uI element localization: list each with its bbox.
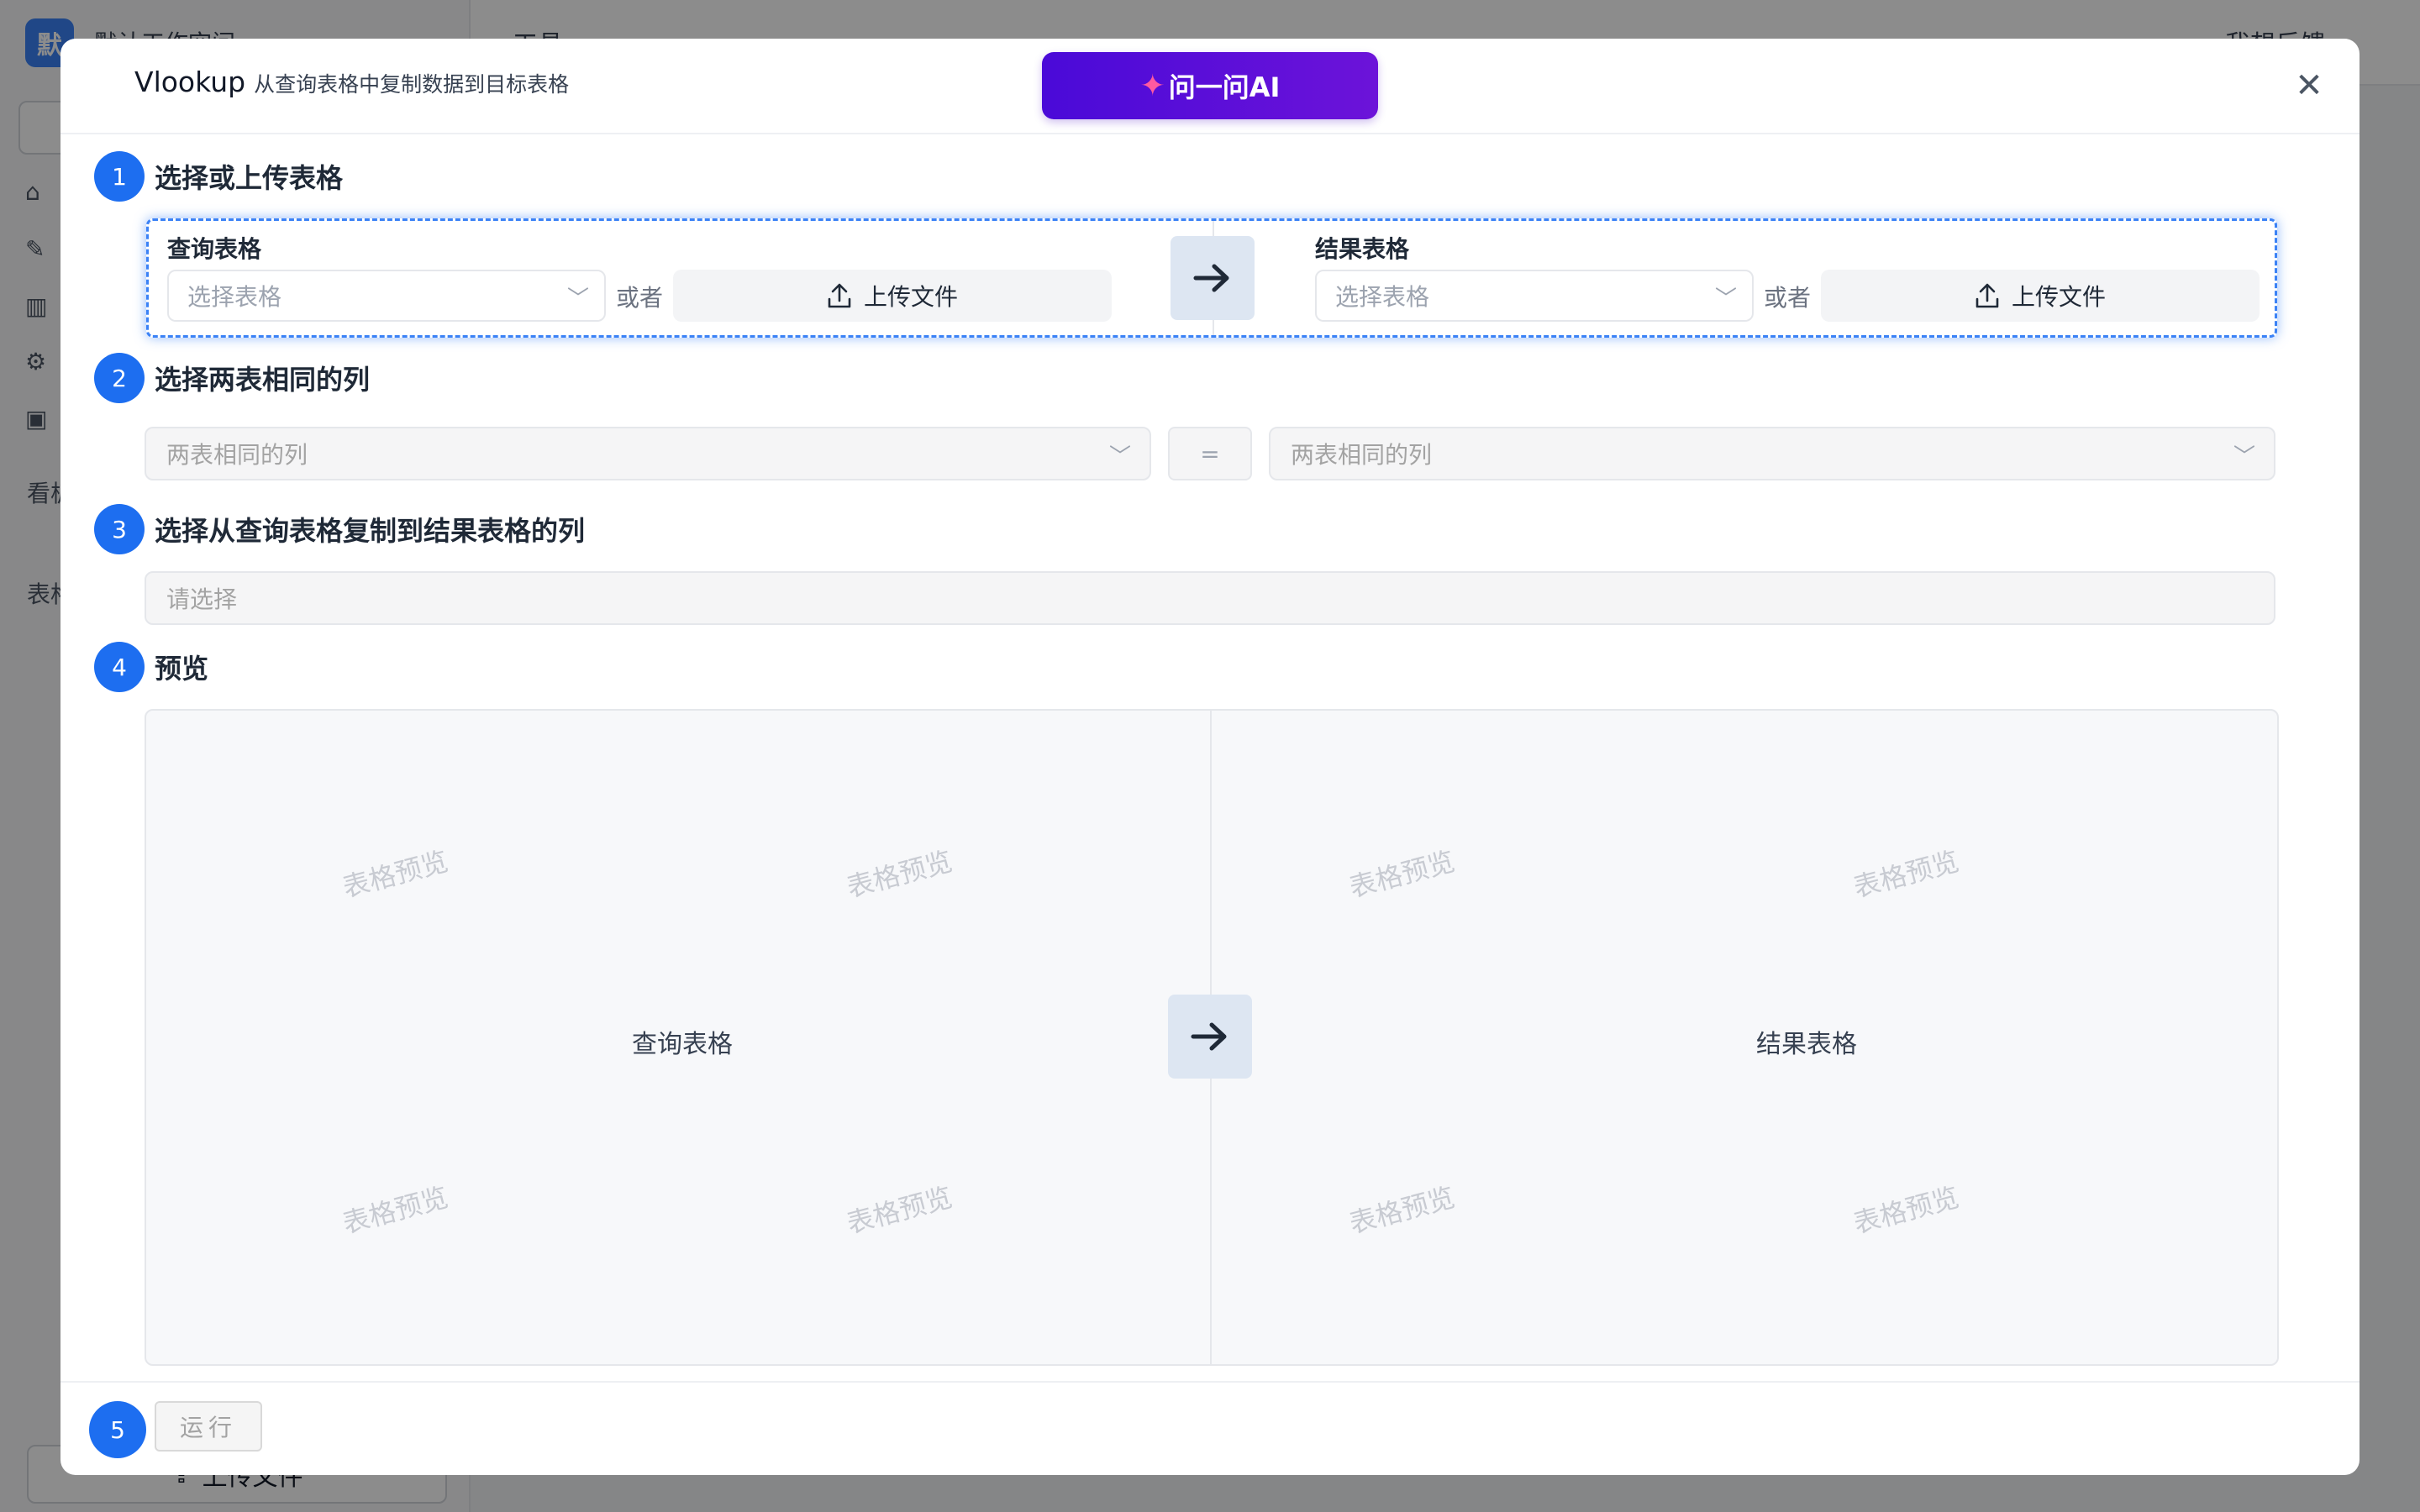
- query-table-select[interactable]: 选择表格 ﹀: [167, 270, 606, 322]
- modal-title: Vlookup 从查询表格中复制数据到目标表格: [134, 66, 569, 98]
- sparkle-icon: ✦: [1139, 68, 1165, 103]
- ask-ai-label: 问一问AI: [1168, 71, 1281, 103]
- preview-watermark: 表格预览: [843, 845, 956, 904]
- preview-watermark: 表格预览: [1345, 1181, 1459, 1240]
- upload-icon: [828, 283, 851, 308]
- vlookup-modal: Vlookup 从查询表格中复制数据到目标表格 ✦ 问一问AI ✕ 1 选择或上…: [60, 39, 2360, 1475]
- select-placeholder: 选择表格: [187, 283, 282, 311]
- step-2: 2 选择两表相同的列: [94, 353, 370, 403]
- preview-result-label: 结果表格: [1756, 1030, 1857, 1059]
- ask-ai-button[interactable]: ✦ 问一问AI: [1042, 52, 1378, 119]
- step-3: 3 选择从查询表格复制到结果表格的列: [94, 504, 585, 554]
- select-placeholder: 请选择: [166, 585, 238, 613]
- preview-watermark: 表格预览: [339, 845, 452, 904]
- step-5: 5: [89, 1401, 146, 1458]
- preview-area: 表格预览 表格预览 表格预览 表格预览 表格预览 表格预览 表格预览 表格预览 …: [145, 709, 2279, 1366]
- step-number: 5: [89, 1401, 146, 1458]
- upload-query-button[interactable]: 上传文件: [673, 270, 1112, 322]
- result-table-select[interactable]: 选择表格 ﹀: [1315, 270, 1754, 322]
- preview-query-label: 查询表格: [632, 1030, 733, 1059]
- or-text: 或者: [616, 284, 664, 312]
- result-table-label: 结果表格: [1315, 235, 1410, 263]
- step-label: 选择两表相同的列: [155, 364, 371, 396]
- preview-watermark: 表格预览: [1849, 845, 1963, 904]
- select-placeholder: 两表相同的列: [1291, 441, 1433, 469]
- chevron-down-icon: ﹀: [566, 286, 589, 312]
- step-number: 4: [94, 642, 145, 692]
- select-placeholder: 两表相同的列: [166, 441, 308, 469]
- query-table-label: 查询表格: [167, 235, 262, 263]
- copy-columns-select[interactable]: 请选择: [145, 571, 2275, 625]
- step-label: 预览: [155, 653, 209, 685]
- step-4: 4 预览: [94, 642, 208, 692]
- step-number: 1: [94, 151, 145, 202]
- equals-sign: =: [1168, 427, 1252, 480]
- modal-subtitle: 从查询表格中复制数据到目标表格: [254, 72, 570, 97]
- step-label: 选择或上传表格: [155, 162, 344, 194]
- upload-label: 上传文件: [863, 283, 958, 311]
- modal-title-text: Vlookup: [134, 66, 246, 98]
- modal-footer: [60, 1381, 2360, 1475]
- preview-watermark: 表格预览: [843, 1181, 956, 1240]
- step-1: 1 选择或上传表格: [94, 151, 343, 202]
- table-select-box: 查询表格 选择表格 ﹀ 或者 上传文件 结果表格 选择表格 ﹀ 或者 上传文件: [146, 218, 2277, 338]
- step-number: 2: [94, 353, 145, 403]
- close-icon[interactable]: ✕: [2291, 67, 2328, 104]
- step-label: 选择从查询表格复制到结果表格的列: [155, 515, 586, 547]
- select-placeholder: 选择表格: [1335, 283, 1430, 311]
- modal-header: Vlookup 从查询表格中复制数据到目标表格 ✦ 问一问AI ✕: [60, 39, 2360, 134]
- arrow-right-icon: [1171, 236, 1255, 320]
- common-column-left-select[interactable]: 两表相同的列 ﹀: [145, 427, 1151, 480]
- or-text: 或者: [1764, 284, 1812, 312]
- step-number: 3: [94, 504, 145, 554]
- preview-watermark: 表格预览: [1345, 845, 1459, 904]
- preview-watermark: 表格预览: [1849, 1181, 1963, 1240]
- chevron-down-icon: ﹀: [2233, 444, 2255, 470]
- upload-result-button[interactable]: 上传文件: [1821, 270, 2260, 322]
- chevron-down-icon: ﹀: [1108, 444, 1131, 470]
- run-button[interactable]: 运行: [155, 1401, 262, 1452]
- chevron-down-icon: ﹀: [1714, 286, 1737, 312]
- upload-icon: [1975, 283, 1999, 308]
- common-column-right-select[interactable]: 两表相同的列 ﹀: [1269, 427, 2275, 480]
- preview-watermark: 表格预览: [339, 1181, 452, 1240]
- arrow-right-icon: [1168, 995, 1252, 1079]
- upload-label: 上传文件: [2011, 283, 2106, 311]
